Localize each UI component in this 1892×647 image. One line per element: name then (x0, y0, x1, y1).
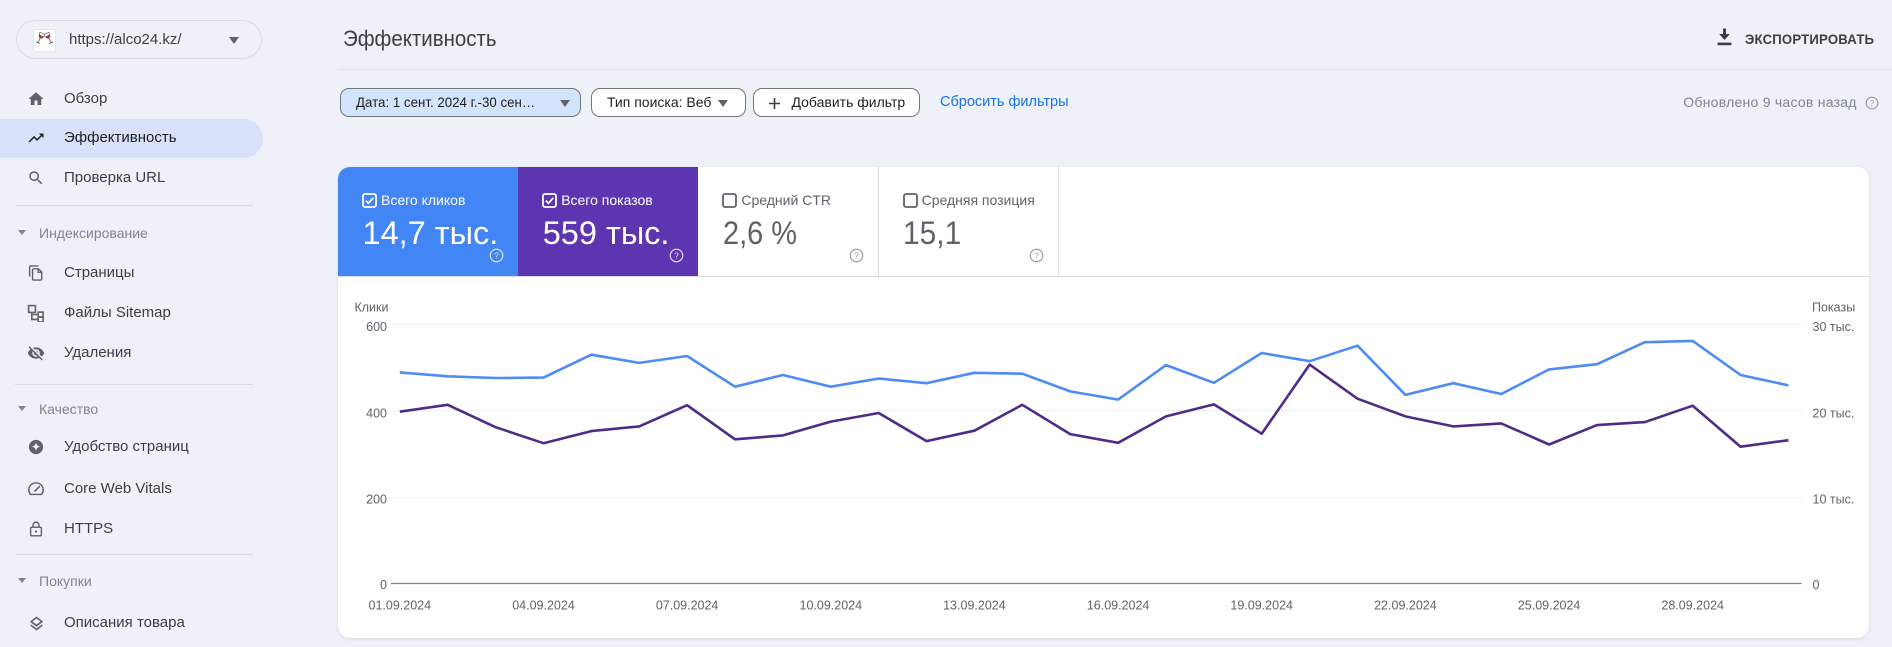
svg-text:Показы: Показы (1812, 301, 1855, 315)
svg-text:13.09.2024: 13.09.2024 (943, 599, 1006, 613)
svg-text:200: 200 (366, 493, 387, 507)
svg-text:22.09.2024: 22.09.2024 (1374, 599, 1437, 613)
svg-text:?: ? (494, 250, 499, 260)
svg-text:25.09.2024: 25.09.2024 (1517, 599, 1580, 613)
svg-text:?: ? (854, 250, 859, 260)
svg-text:10.09.2024: 10.09.2024 (799, 599, 862, 613)
svg-text:400: 400 (366, 406, 387, 420)
svg-text:16.09.2024: 16.09.2024 (1086, 599, 1149, 613)
svg-text:07.09.2024: 07.09.2024 (655, 599, 718, 613)
svg-text:04.09.2024: 04.09.2024 (512, 599, 575, 613)
svg-text:19.09.2024: 19.09.2024 (1230, 599, 1293, 613)
svg-text:0: 0 (380, 578, 387, 592)
svg-text:?: ? (1034, 250, 1039, 260)
svg-text:0: 0 (1812, 578, 1819, 592)
svg-text:28.09.2024: 28.09.2024 (1661, 599, 1724, 613)
svg-text:Клики: Клики (354, 301, 388, 315)
svg-text:01.09.2024: 01.09.2024 (368, 599, 431, 613)
svg-text:?: ? (1870, 98, 1875, 107)
svg-text:20 тыс.: 20 тыс. (1812, 406, 1854, 420)
svg-text:30 тыс.: 30 тыс. (1812, 320, 1854, 334)
svg-text:10 тыс.: 10 тыс. (1812, 493, 1854, 507)
svg-text:?: ? (674, 250, 679, 260)
svg-text:600: 600 (366, 320, 387, 334)
